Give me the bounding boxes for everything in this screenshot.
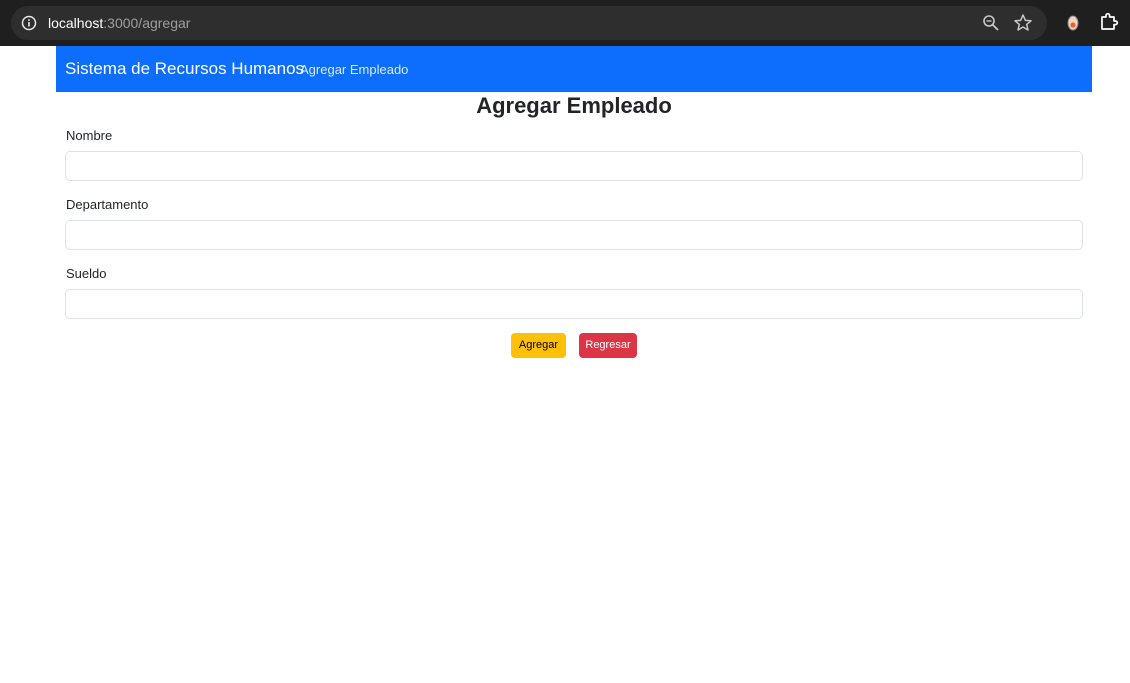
extension-icon[interactable] (1064, 13, 1082, 33)
navbar: Sistema de Recursos Humanos Agregar Empl… (56, 46, 1092, 92)
bookmark-star-icon[interactable] (1013, 13, 1033, 33)
nombre-label: Nombre (66, 128, 113, 143)
zoom-icon[interactable] (982, 14, 1000, 32)
url-host: localhost (48, 15, 104, 31)
nombre-input[interactable] (65, 151, 1083, 181)
browser-toolbar: localhost:3000/agregar (0, 0, 1130, 46)
address-bar[interactable]: localhost:3000/agregar (11, 6, 1047, 40)
regresar-button[interactable]: Regresar (579, 333, 637, 358)
url-path: :3000/agregar (103, 15, 191, 31)
departamento-label: Departamento (66, 197, 149, 212)
sueldo-label: Sueldo (66, 266, 107, 281)
departamento-input[interactable] (65, 220, 1083, 250)
navbar-brand[interactable]: Sistema de Recursos Humanos (65, 59, 304, 79)
site-info-icon[interactable] (21, 15, 37, 31)
sueldo-input[interactable] (65, 289, 1083, 319)
nav-link-agregar-empleado[interactable]: Agregar Empleado (300, 62, 408, 78)
agregar-button[interactable]: Agregar (511, 333, 566, 358)
page-title: Agregar Empleado (476, 93, 672, 118)
extensions-puzzle-icon[interactable] (1099, 12, 1119, 32)
url-text[interactable]: localhost:3000/agregar (48, 14, 190, 32)
